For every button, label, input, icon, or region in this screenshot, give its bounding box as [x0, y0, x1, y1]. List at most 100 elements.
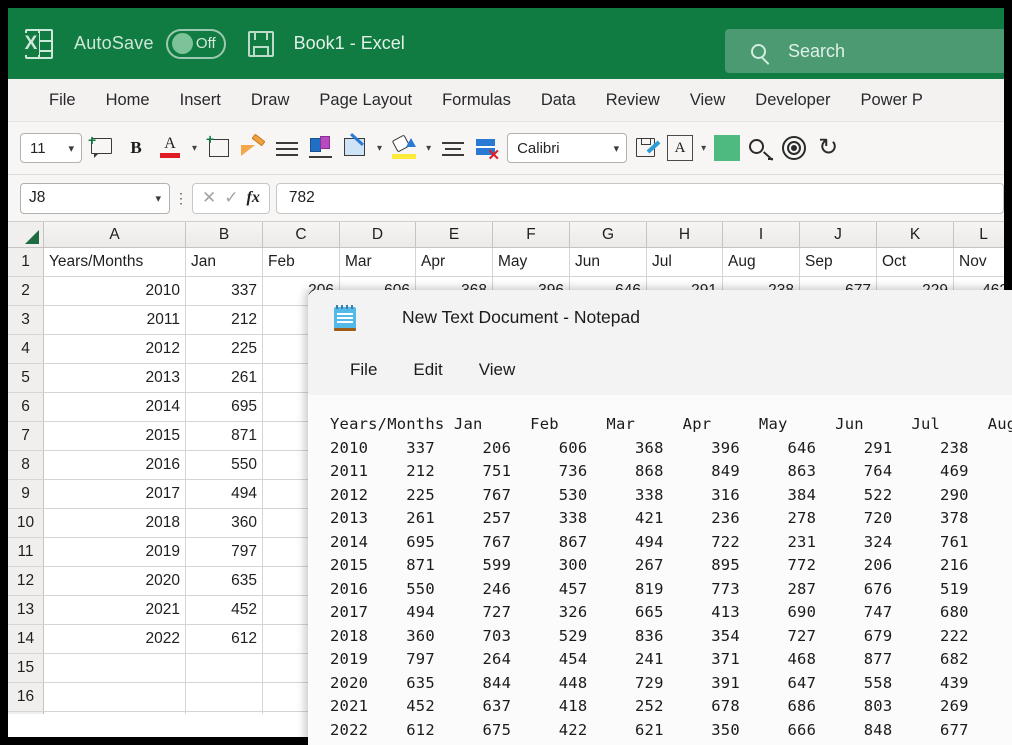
cell-A5[interactable]: 2013: [44, 364, 186, 392]
cell-I1[interactable]: Aug: [723, 248, 800, 276]
cell-B13[interactable]: 452: [186, 596, 263, 624]
notepad-text-area[interactable]: Years/Months Jan Feb Mar Apr May Jun Jul…: [308, 395, 1012, 745]
align-center-icon[interactable]: [439, 134, 467, 162]
row-header[interactable]: 11: [8, 538, 44, 566]
3d-model-icon[interactable]: [307, 134, 335, 162]
column-header-K[interactable]: K: [877, 222, 954, 247]
cell-A9[interactable]: 2017: [44, 480, 186, 508]
row-header[interactable]: 14: [8, 625, 44, 653]
row-header[interactable]: [8, 712, 44, 714]
cell-G1[interactable]: Jun: [570, 248, 647, 276]
column-header-C[interactable]: C: [263, 222, 340, 247]
cell-B8[interactable]: 550: [186, 451, 263, 479]
new-comment-icon[interactable]: +: [88, 133, 116, 162]
font-color-icon[interactable]: A: [156, 134, 184, 162]
select-all-corner[interactable]: [8, 222, 44, 247]
cell-style-chevron-icon[interactable]: ▾: [699, 143, 708, 154]
cell-F1[interactable]: May: [493, 248, 570, 276]
cell-A6[interactable]: 2014: [44, 393, 186, 421]
cell-H1[interactable]: Jul: [647, 248, 723, 276]
row-header[interactable]: 15: [8, 654, 44, 682]
cell-A2[interactable]: 2010: [44, 277, 186, 305]
cell-D1[interactable]: Mar: [340, 248, 416, 276]
column-header-A[interactable]: A: [44, 222, 186, 247]
column-header-I[interactable]: I: [723, 222, 800, 247]
row-header[interactable]: 3: [8, 306, 44, 334]
ribbon-tab-file[interactable]: File: [34, 91, 91, 110]
target-icon[interactable]: [780, 134, 808, 162]
search-input[interactable]: Search: [725, 29, 1004, 73]
cell-B6[interactable]: 695: [186, 393, 263, 421]
draw-chevron-icon[interactable]: ▾: [375, 143, 384, 154]
column-header-F[interactable]: F: [493, 222, 570, 247]
cell-B1[interactable]: Jan: [186, 248, 263, 276]
row-header[interactable]: 5: [8, 364, 44, 392]
cell-A15[interactable]: [44, 654, 186, 682]
confirm-icon[interactable]: ✓: [224, 188, 238, 208]
ribbon-tab-review[interactable]: Review: [591, 91, 675, 110]
cell-style-icon[interactable]: A: [667, 135, 694, 161]
save-icon[interactable]: [247, 30, 274, 57]
fill-color-chevron-icon[interactable]: ▾: [424, 143, 433, 154]
cell-A10[interactable]: 2018: [44, 509, 186, 537]
cell-B11[interactable]: 797: [186, 538, 263, 566]
cell-B7[interactable]: 871: [186, 422, 263, 450]
row-header[interactable]: 4: [8, 335, 44, 363]
cell-J1[interactable]: Sep: [800, 248, 877, 276]
font-color-chevron-icon[interactable]: ▾: [190, 143, 199, 154]
cell-A11[interactable]: 2019: [44, 538, 186, 566]
cell-B15[interactable]: [186, 654, 263, 682]
column-header-L[interactable]: L: [954, 222, 1004, 247]
row-header[interactable]: 8: [8, 451, 44, 479]
formula-input[interactable]: 782: [275, 182, 1004, 214]
cell-E1[interactable]: Apr: [416, 248, 493, 276]
find-icon[interactable]: [746, 134, 774, 162]
cell-B2[interactable]: 337: [186, 277, 263, 305]
row-header[interactable]: 9: [8, 480, 44, 508]
ribbon-tab-developer[interactable]: Developer: [740, 91, 845, 110]
row-header[interactable]: 2: [8, 277, 44, 305]
cell-L1[interactable]: Nov: [954, 248, 1004, 276]
table-row[interactable]: 1 Years/Months Jan Feb Mar Apr May Jun Jul Aug Sep…: [8, 248, 1004, 277]
cell-K1[interactable]: Oct: [877, 248, 954, 276]
draw-icon[interactable]: [341, 133, 369, 162]
row-header[interactable]: 10: [8, 509, 44, 537]
bold-icon[interactable]: B: [122, 134, 150, 162]
ribbon-tab-draw[interactable]: Draw: [236, 91, 305, 110]
cell-A1[interactable]: Years/Months: [44, 248, 186, 276]
cell-A12[interactable]: 2020: [44, 567, 186, 595]
cell-B5[interactable]: 261: [186, 364, 263, 392]
new-note-icon[interactable]: +: [205, 132, 233, 162]
cell-A17[interactable]: [44, 712, 186, 714]
column-header-H[interactable]: H: [647, 222, 723, 247]
cancel-icon[interactable]: ✕: [202, 188, 216, 208]
cell-B17[interactable]: [186, 712, 263, 714]
column-header-D[interactable]: D: [340, 222, 416, 247]
cell-B14[interactable]: 612: [186, 625, 263, 653]
row-header[interactable]: 1: [8, 248, 44, 276]
column-header-B[interactable]: B: [186, 222, 263, 247]
font-name-select[interactable]: Calibri ▾: [507, 133, 628, 163]
ribbon-tab-view[interactable]: View: [675, 91, 740, 110]
ribbon-tab-insert[interactable]: Insert: [165, 91, 236, 110]
cell-A7[interactable]: 2015: [44, 422, 186, 450]
font-size-select[interactable]: 11 ▾: [20, 133, 82, 163]
save-as-icon[interactable]: [633, 134, 661, 162]
refresh-icon[interactable]: ↻: [814, 134, 842, 162]
column-header-J[interactable]: J: [800, 222, 877, 247]
insert-function-icon[interactable]: fx: [247, 189, 260, 207]
notepad-menu-view[interactable]: View: [461, 356, 534, 384]
column-header-G[interactable]: G: [570, 222, 647, 247]
format-painter-icon[interactable]: [239, 133, 267, 162]
green-fill-swatch[interactable]: [714, 135, 741, 161]
cell-B9[interactable]: 494: [186, 480, 263, 508]
cell-A16[interactable]: [44, 683, 186, 711]
autosave-toggle[interactable]: Off: [165, 28, 226, 59]
notepad-menu-file[interactable]: File: [332, 356, 395, 384]
cell-A8[interactable]: 2016: [44, 451, 186, 479]
cell-A14[interactable]: 2022: [44, 625, 186, 653]
align-left-icon[interactable]: [273, 134, 301, 162]
row-header[interactable]: 13: [8, 596, 44, 624]
unmerge-cells-icon[interactable]: ✕: [473, 134, 501, 163]
ribbon-tab-home[interactable]: Home: [91, 91, 165, 110]
